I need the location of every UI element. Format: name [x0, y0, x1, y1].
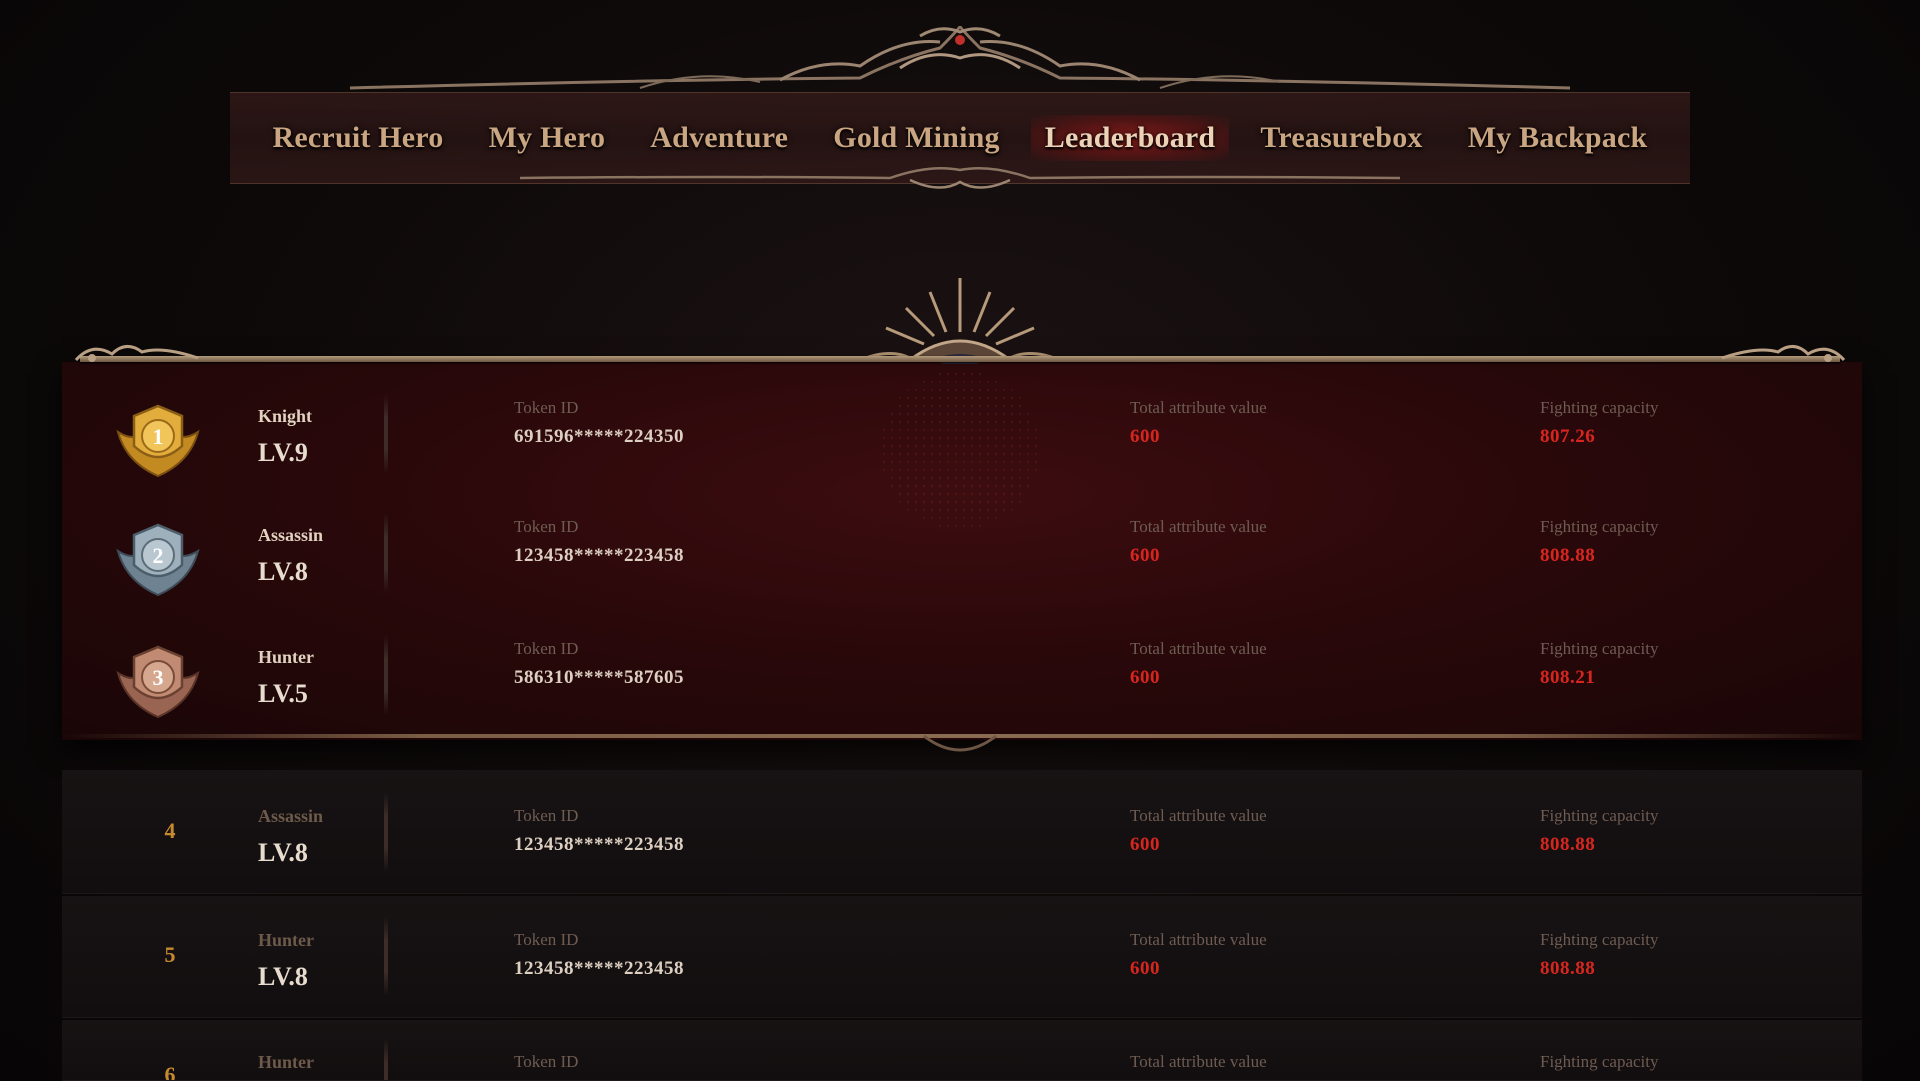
- leaderboard-row[interactable]: 5 Hunter LV.8 Token ID 123458*****223458…: [62, 896, 1862, 1018]
- hero-level: LV.8: [258, 838, 308, 867]
- nav-recruit-hero[interactable]: Recruit Hero: [259, 115, 458, 161]
- rank-number: 5: [164, 942, 176, 967]
- total-attribute-label: Total attribute value: [1130, 806, 1267, 825]
- hero-class: Hunter: [258, 647, 314, 667]
- nav-adventure[interactable]: Adventure: [636, 115, 802, 161]
- row-divider: [384, 394, 388, 474]
- fighting-capacity-value: 808.21: [1540, 667, 1596, 688]
- fighting-capacity-label: Fighting capacity: [1540, 930, 1659, 949]
- hero-level: LV.8: [258, 557, 308, 586]
- fighting-capacity-label: Fighting capacity: [1540, 639, 1659, 658]
- leaderboard-row[interactable]: 1 Knight LV.9 Token ID 691596*****224350…: [62, 390, 1862, 500]
- token-id-label: Token ID: [514, 806, 579, 825]
- row-divider: [384, 916, 388, 996]
- total-attribute-value: 600: [1130, 667, 1160, 688]
- nav-leaderboard[interactable]: Leaderboard: [1030, 115, 1230, 161]
- row-divider: [384, 1038, 388, 1080]
- token-id-value: 123458*****223458: [514, 958, 684, 979]
- top-navigation: Recruit Hero My Hero Adventure Gold Mini…: [0, 0, 1920, 200]
- total-attribute-value: 600: [1130, 958, 1160, 979]
- total-attribute-label: Total attribute value: [1130, 639, 1267, 658]
- hero-level: LV.9: [258, 438, 308, 467]
- leaderboard-row[interactable]: 4 Assassin LV.8 Token ID 123458*****2234…: [62, 770, 1862, 894]
- nav-top-ornament: [349, 25, 1571, 90]
- hero-level: LV.5: [258, 679, 308, 708]
- silver-medal-icon: 2: [116, 523, 200, 597]
- hero-level: LV.8: [258, 962, 308, 991]
- nav-my-backpack[interactable]: My Backpack: [1454, 115, 1662, 161]
- nav-bottom-ornament: [519, 166, 1401, 189]
- rank-number: 6: [164, 1062, 176, 1081]
- fighting-capacity-label: Fighting capacity: [1540, 1052, 1659, 1071]
- fighting-capacity-value: 808.88: [1540, 545, 1596, 566]
- gold-medal-icon: 1: [116, 404, 200, 478]
- total-attribute-label: Total attribute value: [1130, 930, 1267, 949]
- token-id-label: Token ID: [514, 398, 579, 417]
- crown-ornament-icon: [859, 278, 1061, 364]
- leaderboard-row[interactable]: 3 Hunter LV.5 Token ID 586310*****587605…: [62, 631, 1862, 741]
- total-attribute-value: 600: [1130, 545, 1160, 566]
- hero-class: Assassin: [258, 525, 324, 545]
- token-id-label: Token ID: [514, 639, 579, 658]
- fighting-capacity-value: 808.88: [1540, 834, 1596, 855]
- fighting-capacity-label: Fighting capacity: [1540, 398, 1659, 417]
- hero-class: Hunter: [258, 930, 314, 950]
- token-id-value: 691596*****224350: [514, 426, 684, 447]
- hero-class: Hunter: [258, 1052, 314, 1072]
- token-id-label: Token ID: [514, 517, 579, 536]
- bronze-medal-icon: 3: [116, 645, 200, 719]
- total-attribute-label: Total attribute value: [1130, 517, 1267, 536]
- total-attribute-value: 600: [1130, 426, 1160, 447]
- token-id-value: 123458*****223458: [514, 834, 684, 855]
- hero-class: Assassin: [258, 806, 324, 826]
- fighting-capacity-label: Fighting capacity: [1540, 806, 1659, 825]
- frame-flourish-right: [1721, 345, 1846, 362]
- token-id-value: 586310*****587605: [514, 667, 684, 688]
- row-divider: [384, 513, 388, 593]
- nav-gold-mining[interactable]: Gold Mining: [819, 115, 1013, 161]
- token-id-label: Token ID: [514, 1052, 579, 1071]
- token-id-label: Token ID: [514, 930, 579, 949]
- row-divider: [384, 792, 388, 872]
- frame-flourish-left: [74, 345, 199, 362]
- total-attribute-label: Total attribute value: [1130, 398, 1267, 417]
- hero-class: Knight: [258, 406, 313, 426]
- fighting-capacity-value: 807.26: [1540, 426, 1596, 447]
- total-attribute-label: Total attribute value: [1130, 1052, 1267, 1071]
- fighting-capacity-label: Fighting capacity: [1540, 517, 1659, 536]
- total-attribute-value: 600: [1130, 834, 1160, 855]
- leaderboard-row[interactable]: 6 Hunter Token ID Total attribute value …: [62, 1020, 1862, 1081]
- rank-number: 4: [164, 818, 176, 843]
- svg-text:1: 1: [153, 424, 164, 449]
- row-divider: [384, 635, 388, 715]
- svg-text:3: 3: [153, 665, 164, 690]
- panel-top-frame: [80, 356, 1840, 362]
- nav-treasurebox[interactable]: Treasurebox: [1246, 115, 1436, 161]
- nav-my-hero[interactable]: My Hero: [475, 115, 620, 161]
- token-id-value: 123458*****223458: [514, 545, 684, 566]
- leaderboard-row[interactable]: 2 Assassin LV.8 Token ID 123458*****2234…: [62, 509, 1862, 619]
- fighting-capacity-value: 808.88: [1540, 958, 1596, 979]
- svg-text:2: 2: [153, 543, 164, 568]
